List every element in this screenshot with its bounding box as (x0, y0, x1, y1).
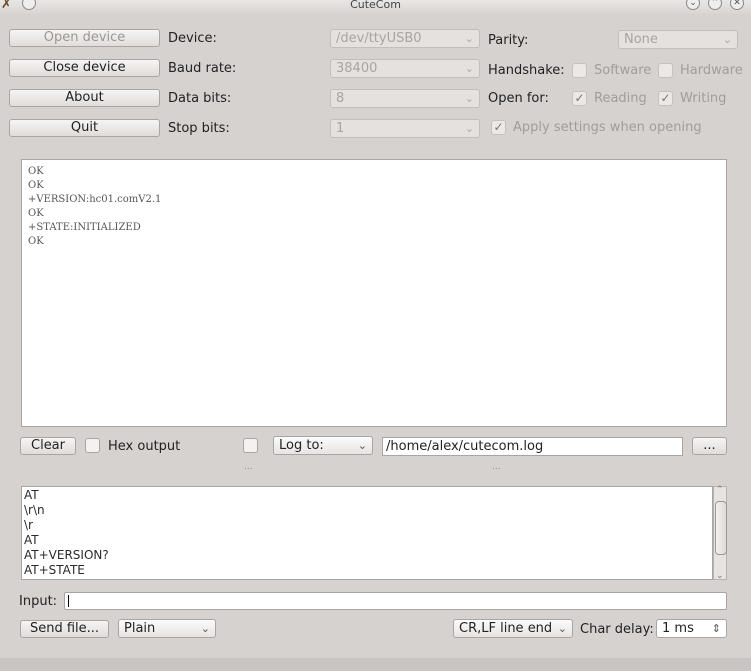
device-label: Device: (168, 31, 217, 46)
output-line: OK (28, 180, 44, 191)
chevron-down-icon: ⌄ (464, 62, 474, 75)
log-to-select[interactable]: Log to: ⌄ (273, 436, 373, 455)
output-display[interactable]: OK OK +VERSION:hc01.comV2.1 OK +STATE:IN… (21, 159, 727, 427)
input-label: Input: (19, 594, 58, 609)
data-bits-select[interactable]: 8 ⌄ (330, 89, 480, 108)
output-line: +STATE:INITIALIZED (28, 222, 141, 233)
chevron-down-icon: ⌄ (200, 622, 210, 635)
output-line: OK (28, 166, 44, 177)
open-device-button[interactable]: Open device (9, 29, 160, 47)
hex-output-checkbox[interactable] (85, 438, 100, 453)
handshake-label: Handshake: (488, 63, 565, 78)
scroll-down-icon[interactable]: ⌄ (716, 571, 724, 581)
about-button[interactable]: About (9, 89, 160, 107)
char-delay-spinbox[interactable]: 1 ms ⇕ (656, 619, 727, 638)
list-item[interactable]: AT+STATE (24, 563, 710, 578)
writing-checkbox[interactable]: ✓ (658, 91, 673, 106)
title-bar: ✗ CuteCom ⌄ ⌃ ✕ (0, 0, 751, 14)
format-select[interactable]: Plain ⌄ (118, 619, 216, 638)
baud-rate-label: Baud rate: (168, 61, 237, 76)
list-item[interactable]: \r\n (24, 503, 710, 518)
chevron-down-icon: ⌄ (464, 122, 474, 135)
list-item[interactable]: \r (24, 518, 710, 533)
data-bits-label: Data bits: (168, 91, 232, 106)
list-item[interactable]: AT (24, 533, 710, 548)
close-device-button[interactable]: Close device (9, 59, 160, 77)
clear-button[interactable]: Clear (20, 437, 76, 455)
chevron-down-icon: ⌄ (464, 32, 474, 45)
software-label: Software (594, 63, 652, 78)
window-title: CuteCom (350, 0, 401, 11)
chevron-down-icon: ⌄ (557, 622, 567, 635)
writing-label: Writing (680, 91, 727, 106)
list-item[interactable]: AT+VERSION? (24, 548, 710, 563)
quit-button[interactable]: Quit (9, 119, 160, 137)
open-for-label: Open for: (488, 91, 549, 106)
parity-select[interactable]: None ⌄ (618, 30, 738, 49)
reading-checkbox[interactable]: ✓ (572, 91, 587, 106)
char-delay-label: Char delay: (580, 622, 654, 637)
send-file-button[interactable]: Send file... (20, 620, 109, 638)
list-item[interactable]: AT (24, 488, 710, 503)
command-history-list[interactable]: AT \r\n \r AT AT+VERSION? AT+STATE (21, 486, 713, 580)
log-path-input[interactable]: /home/alex/cutecom.log (382, 437, 683, 456)
history-scrollbar[interactable]: ⌃ ⌄ (713, 485, 727, 581)
splitter-handle[interactable]: ... (492, 462, 501, 472)
taskbar-strip (0, 658, 751, 671)
log-enable-checkbox[interactable] (243, 438, 258, 453)
chevron-down-icon: ⌄ (722, 33, 732, 46)
output-line: +VERSION:hc01.comV2.1 (28, 194, 162, 205)
scroll-up-icon[interactable]: ⌃ (716, 485, 724, 495)
apply-settings-label: Apply settings when opening (513, 120, 702, 135)
stop-bits-label: Stop bits: (168, 121, 230, 136)
output-line: OK (28, 208, 44, 219)
scrollbar-thumb[interactable] (715, 501, 727, 555)
chevron-down-icon: ⌄ (464, 92, 474, 105)
spinner-icon[interactable]: ⇕ (712, 620, 721, 637)
parity-label: Parity: (488, 33, 529, 48)
line-end-select[interactable]: CR,LF line end ⌄ (453, 619, 573, 638)
stop-bits-select[interactable]: 1 ⌄ (330, 119, 480, 138)
reading-label: Reading (594, 91, 647, 106)
splitter-handle[interactable]: ... (244, 462, 253, 472)
hardware-checkbox[interactable] (658, 63, 673, 78)
command-input[interactable] (64, 592, 727, 610)
software-checkbox[interactable] (572, 63, 587, 78)
hardware-label: Hardware (680, 63, 743, 78)
text-caret (68, 595, 69, 607)
apply-settings-checkbox[interactable]: ✓ (491, 120, 506, 135)
baud-rate-select[interactable]: 38400 ⌄ (330, 59, 480, 78)
device-select[interactable]: /dev/ttyUSB0 ⌄ (330, 29, 480, 48)
chevron-down-icon: ⌄ (357, 439, 367, 452)
browse-log-button[interactable]: ... (692, 437, 727, 455)
output-line: OK (28, 236, 44, 247)
hex-output-label: Hex output (108, 439, 181, 454)
